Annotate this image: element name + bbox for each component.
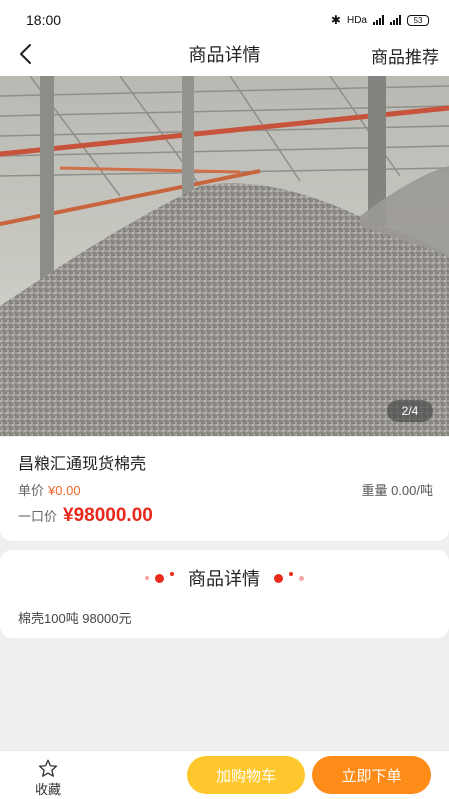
product-detail-card: 商品详情 棉壳100吨 98000元 <box>0 550 449 638</box>
product-photo <box>0 76 449 436</box>
unit-price-label: 单价 <box>18 483 45 498</box>
buy-now-button[interactable]: 立即下单 <box>312 756 431 794</box>
left-decor-dots-icon <box>145 572 174 583</box>
gallery-page-indicator: 2/4 <box>387 400 433 422</box>
add-to-cart-button[interactable]: 加购物车 <box>187 756 305 794</box>
fixed-price-row: 一口价 ¥98000.00 <box>18 505 153 527</box>
bottom-action-bar: 收藏 加购物车 立即下单 <box>0 750 449 799</box>
battery-icon: 53 <box>407 14 429 26</box>
product-name: 昌粮汇通现货棉壳 <box>18 456 147 473</box>
recommend-link[interactable]: 商品推荐 <box>371 43 439 68</box>
fixed-price-label: 一口价 <box>18 509 58 524</box>
back-arrow-icon[interactable] <box>12 40 40 68</box>
favorite-label: 收藏 <box>34 782 61 797</box>
nav-bar: 商品详情 商品推荐 <box>0 32 449 76</box>
product-info-card: 昌粮汇通现货棉壳 单价 ¥0.00 重量 0.00/吨 一口价 ¥98000.00 <box>0 437 449 541</box>
fixed-price-value: ¥98000.00 <box>63 505 153 526</box>
star-icon <box>38 759 58 777</box>
page-title: 商品详情 <box>188 45 261 65</box>
status-icons: ✱ HDa 53 <box>331 13 429 27</box>
unit-price-row: 单价 ¥0.00 <box>18 480 81 499</box>
product-image-carousel[interactable]: 2/4 <box>0 76 449 436</box>
signal-icon-2 <box>390 15 401 25</box>
detail-title: 商品详情 <box>188 569 260 589</box>
weight-text: 重量 0.00/吨 <box>361 483 433 498</box>
detail-header: 商品详情 <box>0 564 449 592</box>
bluetooth-icon: ✱ <box>330 13 341 27</box>
detail-text: 棉壳100吨 98000元 <box>18 611 132 626</box>
signal-icon <box>373 15 384 25</box>
favorite-button[interactable]: 收藏 <box>26 759 70 799</box>
status-time: 18:00 <box>26 12 62 28</box>
unit-price-value: ¥0.00 <box>48 483 81 498</box>
network-label: HDa <box>346 14 367 26</box>
right-decor-dots-icon <box>274 572 304 583</box>
